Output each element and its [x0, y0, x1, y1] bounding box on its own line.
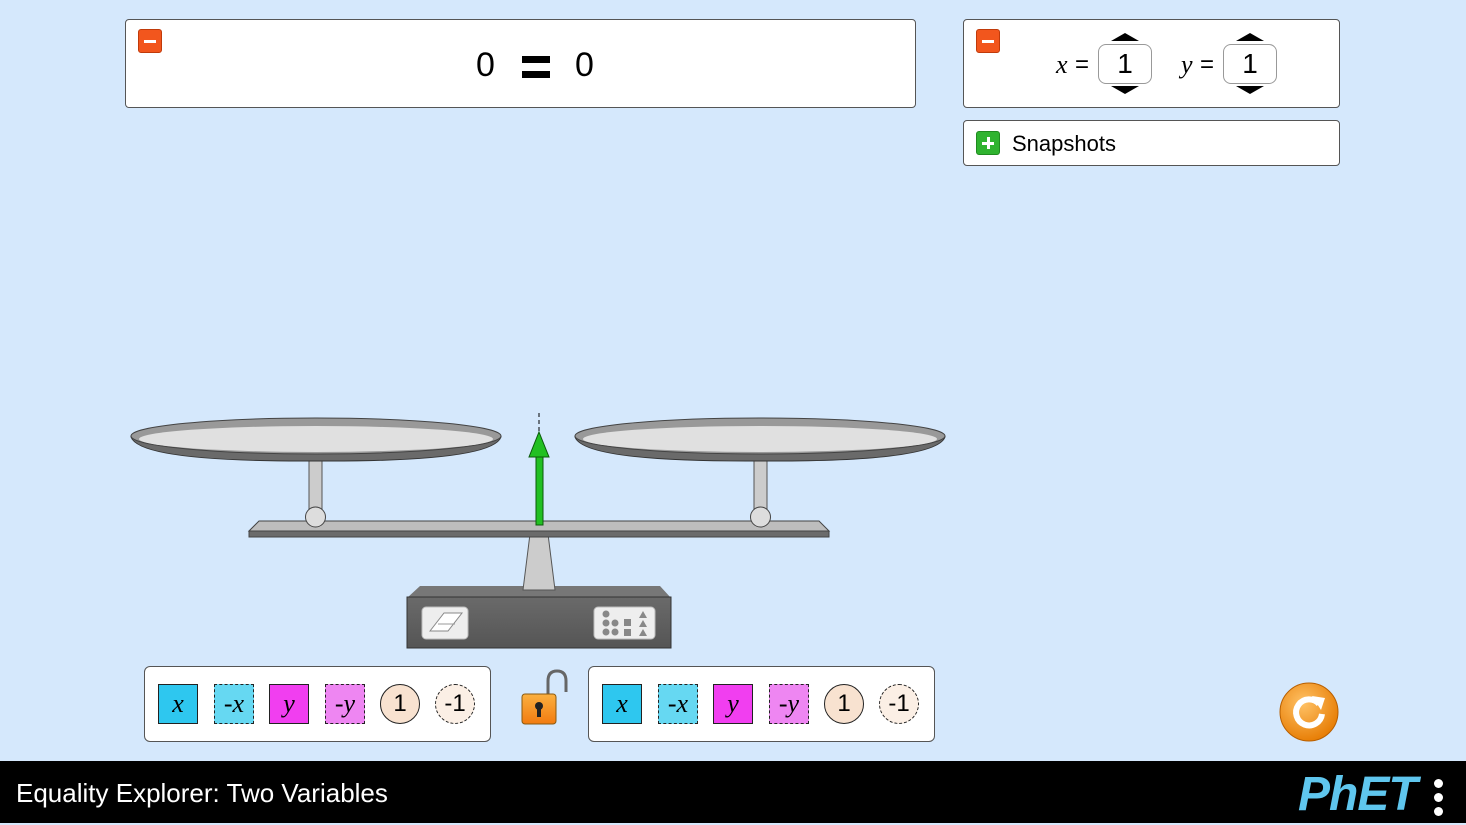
right-y-tile[interactable]: y — [713, 684, 753, 724]
balance-indicator-arrow-icon — [528, 413, 550, 526]
navigation-bar: Equality Explorer: Two Variables PhET — [0, 761, 1466, 823]
left-plate — [130, 417, 502, 462]
reset-all-button[interactable] — [1279, 682, 1339, 742]
lock-open-icon[interactable] — [521, 669, 568, 725]
right-one-coin[interactable]: 1 — [824, 684, 864, 724]
left-negative-one-coin[interactable]: -1 — [435, 684, 475, 724]
left-one-coin[interactable]: 1 — [380, 684, 420, 724]
organize-button[interactable] — [593, 606, 656, 640]
phet-logo[interactable]: PhET — [1298, 765, 1418, 825]
options-menu-icon[interactable] — [1434, 779, 1444, 819]
balance-scale — [130, 413, 946, 725]
left-negative-y-tile[interactable]: -y — [325, 684, 365, 724]
sim-title: Equality Explorer: Two Variables — [16, 778, 388, 808]
right-negative-x-tile[interactable]: -x — [658, 684, 698, 724]
right-x-tile[interactable]: x — [602, 684, 642, 724]
right-term-toolbox: x -x y -y 1 -1 — [588, 666, 935, 742]
left-y-tile[interactable]: y — [269, 684, 309, 724]
left-negative-x-tile[interactable]: -x — [214, 684, 254, 724]
right-plate — [574, 417, 946, 462]
eraser-button[interactable] — [421, 606, 469, 640]
right-negative-one-coin[interactable]: -1 — [879, 684, 919, 724]
right-negative-y-tile[interactable]: -y — [769, 684, 809, 724]
fulcrum-post — [522, 533, 556, 591]
left-x-tile[interactable]: x — [158, 684, 198, 724]
left-term-toolbox: x -x y -y 1 -1 — [144, 666, 491, 742]
